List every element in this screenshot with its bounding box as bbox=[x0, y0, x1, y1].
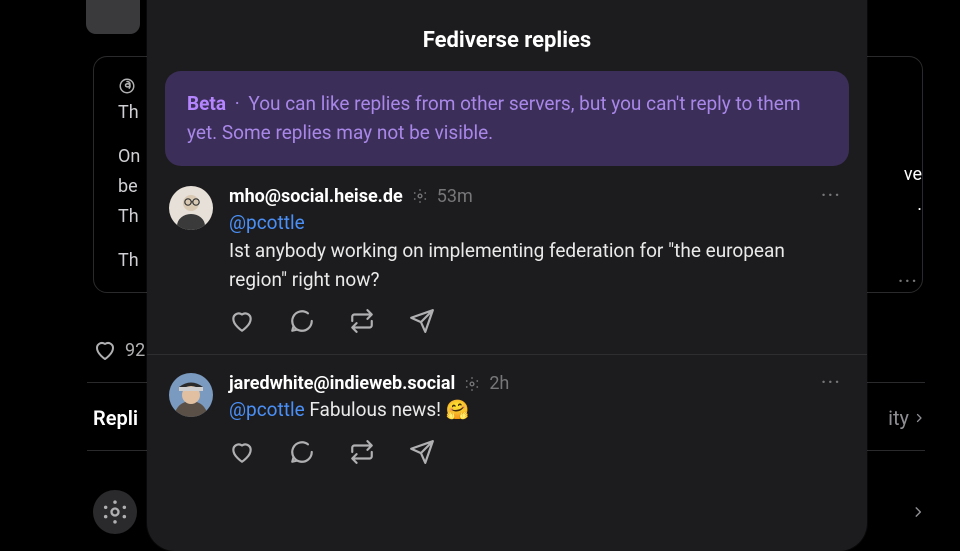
chevron-right-icon[interactable] bbox=[911, 505, 925, 519]
reply-more-button[interactable]: ··· bbox=[817, 374, 845, 393]
bg-more-button[interactable]: ··· bbox=[898, 270, 918, 295]
bg-text-line: ve bbox=[904, 160, 922, 190]
reply-button[interactable] bbox=[289, 308, 315, 334]
beta-separator: · bbox=[235, 92, 240, 115]
bg-card-fragment bbox=[86, 0, 140, 34]
beta-text: You can like replies from other servers,… bbox=[187, 92, 801, 144]
reply-timestamp: 53m bbox=[437, 186, 473, 207]
user-handle[interactable]: jaredwhite@indieweb.social bbox=[229, 373, 455, 394]
chevron-right-icon bbox=[913, 412, 925, 424]
mention-link[interactable]: @pcottle bbox=[229, 211, 305, 234]
activity-link[interactable]: ity bbox=[888, 406, 925, 430]
repost-button[interactable] bbox=[349, 439, 375, 465]
like-button[interactable] bbox=[229, 308, 255, 334]
avatar[interactable] bbox=[169, 373, 213, 417]
bg-post-right-text: ve . bbox=[904, 160, 922, 219]
threads-icon bbox=[118, 77, 136, 95]
reply-header: jaredwhite@indieweb.social 2h ··· bbox=[229, 373, 845, 394]
like-button[interactable] bbox=[229, 439, 255, 465]
modal-title: Fediverse replies bbox=[147, 0, 867, 71]
reply-action-row bbox=[229, 439, 845, 465]
activity-label-suffix: ity bbox=[888, 406, 909, 430]
beta-banner: Beta · You can like replies from other s… bbox=[165, 71, 849, 166]
reply-item: mho@social.heise.de 53m ··· @pcottle Ist… bbox=[147, 186, 867, 356]
bg-like-count: 92 bbox=[125, 340, 145, 361]
reply-button[interactable] bbox=[289, 439, 315, 465]
replies-tab-label[interactable]: Repli bbox=[93, 406, 138, 430]
mention-link[interactable]: @pcottle bbox=[229, 398, 305, 421]
heart-icon[interactable] bbox=[93, 338, 117, 362]
reply-action-row bbox=[229, 308, 845, 334]
repost-button[interactable] bbox=[349, 308, 375, 334]
reply-timestamp: 2h bbox=[489, 373, 509, 394]
reply-text: Fabulous news! 🤗 bbox=[309, 398, 469, 421]
replies-list: mho@social.heise.de 53m ··· @pcottle Ist… bbox=[147, 186, 867, 551]
avatar[interactable] bbox=[169, 186, 213, 230]
reply-header: mho@social.heise.de 53m ··· bbox=[229, 186, 845, 207]
user-handle[interactable]: mho@social.heise.de bbox=[229, 186, 403, 207]
reply-body: @pcottle Fabulous news! 🤗 bbox=[229, 396, 845, 425]
fediverse-badge-icon bbox=[463, 375, 481, 393]
share-button[interactable] bbox=[409, 439, 435, 465]
fediverse-replies-modal: Fediverse replies Beta · You can like re… bbox=[147, 0, 867, 551]
reply-text: Ist anybody working on implementing fede… bbox=[229, 237, 845, 294]
reply-item: jaredwhite@indieweb.social 2h ··· @pcott… bbox=[147, 355, 867, 471]
share-button[interactable] bbox=[409, 308, 435, 334]
fediverse-badge-icon bbox=[411, 187, 429, 205]
bg-text-line: . bbox=[904, 190, 922, 220]
reply-body: @pcottle Ist anybody working on implemen… bbox=[229, 209, 845, 295]
fediverse-avatar-icon[interactable] bbox=[93, 490, 137, 534]
beta-label: Beta bbox=[187, 92, 226, 115]
bg-like-row: 92 bbox=[93, 338, 145, 362]
reply-more-button[interactable]: ··· bbox=[817, 187, 845, 206]
